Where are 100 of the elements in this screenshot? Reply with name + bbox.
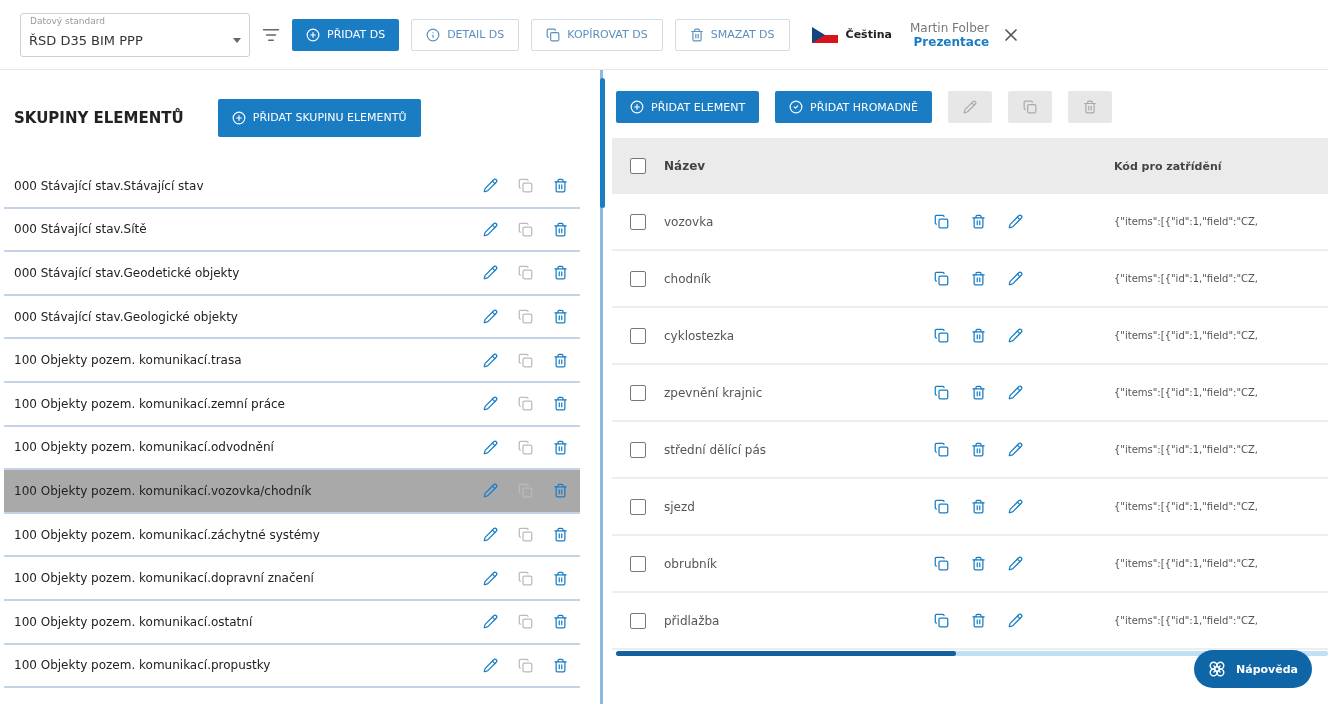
- table-cell-text: zpevnění krajnic: [664, 385, 764, 400]
- help-button[interactable]: Nápověda: [1194, 650, 1312, 688]
- scrollbar-thumb[interactable]: [616, 651, 956, 656]
- pencil-icon[interactable]: [483, 439, 498, 455]
- pencil-icon[interactable]: [483, 657, 498, 673]
- plus-icon: [231, 110, 246, 125]
- table-cell-text: vozovka: [664, 214, 715, 229]
- table-cell-text: cyklostezka: [664, 328, 736, 343]
- table-cell: {"items":[{"id":1,"field":"CZ,: [1114, 615, 1258, 626]
- group-label: 100 Objekty pozem. komunikací.vozovka/chodník: [14, 483, 313, 498]
- info-icon: [426, 27, 441, 42]
- header-button[interactable]: PŘIDAT DS: [292, 18, 400, 51]
- checkbox[interactable]: [630, 158, 646, 174]
- panel-title: SKUPINY ELEMENTŮ: [14, 108, 184, 127]
- trash-icon[interactable]: [971, 385, 986, 400]
- pencil-icon[interactable]: [1008, 328, 1023, 343]
- trash-icon[interactable]: [553, 265, 568, 281]
- standard-select[interactable]: Datový standard ŘSD D35 BIM PPP: [20, 12, 250, 57]
- copy-icon[interactable]: [934, 613, 949, 628]
- copy-icon[interactable]: [934, 271, 949, 286]
- table-cell-text: chodník: [664, 271, 713, 286]
- header-button[interactable]: KOPÍROVAT DS: [531, 18, 663, 51]
- checkbox[interactable]: [630, 441, 646, 458]
- checkbox[interactable]: [630, 213, 646, 230]
- table-cell: {"items":[{"id":1,"field":"CZ,: [1114, 273, 1258, 284]
- pencil-icon[interactable]: [483, 570, 498, 586]
- trash-icon[interactable]: [971, 499, 986, 514]
- table-cell-text: přidlažba: [664, 613, 721, 628]
- copy-icon[interactable]: [934, 499, 949, 514]
- group-label: 100 Objekty pozem. komunikací.ostatní: [14, 614, 254, 629]
- trash-icon[interactable]: [971, 271, 986, 286]
- trash-icon[interactable]: [553, 657, 568, 673]
- pencil-icon[interactable]: [483, 178, 498, 194]
- trash-icon[interactable]: [971, 328, 986, 343]
- trash-icon[interactable]: [553, 396, 568, 412]
- header-button[interactable]: SMAZAT DS: [674, 18, 790, 51]
- checkbox[interactable]: [630, 498, 646, 515]
- header-button[interactable]: DETAIL DS: [411, 18, 520, 51]
- checkbox[interactable]: [630, 555, 646, 572]
- group-label: 100 Objekty pozem. komunikací.záchytné systémy: [14, 527, 321, 542]
- pencil-icon[interactable]: [1008, 499, 1023, 514]
- group-label: 000 Stávající stav.Geologické objekty: [14, 309, 239, 324]
- checkbox[interactable]: [630, 384, 646, 401]
- field-value: ŘSD D35 BIM PPP: [29, 33, 144, 48]
- toolbar-button[interactable]: PŘIDAT ELEMENT: [616, 91, 760, 123]
- trash-icon[interactable]: [971, 613, 986, 628]
- group-label: 100 Objekty pozem. komunikací.trasa: [14, 353, 243, 368]
- pencil-icon[interactable]: [1008, 214, 1023, 229]
- scrollbar-thumb[interactable]: [600, 78, 605, 208]
- trash-icon[interactable]: [553, 570, 568, 586]
- copy-icon: [1023, 100, 1038, 114]
- trash-icon[interactable]: [553, 527, 568, 543]
- language-label[interactable]: Čeština: [845, 28, 892, 41]
- table-cell: {"items":[{"id":1,"field":"CZ,: [1114, 387, 1258, 398]
- pencil-icon[interactable]: [1008, 613, 1023, 628]
- toolbar-button[interactable]: PŘIDAT HROMADNĚ: [775, 91, 933, 123]
- pencil-icon[interactable]: [483, 396, 498, 412]
- group-label: 100 Objekty pozem. komunikací.odvodnění: [14, 440, 275, 455]
- copy-icon[interactable]: [934, 385, 949, 400]
- pencil-icon[interactable]: [483, 309, 498, 325]
- copy-icon[interactable]: [934, 214, 949, 229]
- table-cell: {"items":[{"id":1,"field":"CZ,: [1114, 558, 1258, 569]
- pencil-icon[interactable]: [483, 352, 498, 368]
- pencil-icon[interactable]: [1008, 442, 1023, 457]
- trash-icon[interactable]: [971, 214, 986, 229]
- group-label: 100 Objekty pozem. komunikací.dopravní značení: [14, 571, 315, 586]
- trash-icon[interactable]: [553, 614, 568, 630]
- table-cell: {"items":[{"id":1,"field":"CZ,: [1114, 444, 1258, 455]
- group-label: 100 Objekty pozem. komunikací.zemní práce: [14, 396, 286, 411]
- add-group-button[interactable]: PŘIDAT SKUPINU ELEMENTŮ: [217, 98, 421, 137]
- checkbox[interactable]: [630, 327, 646, 344]
- caret-icon: [233, 38, 241, 43]
- table-cell: {"items":[{"id":1,"field":"CZ,: [1114, 501, 1258, 512]
- trash-icon[interactable]: [553, 221, 568, 237]
- pencil-icon[interactable]: [483, 221, 498, 237]
- pencil-icon[interactable]: [1008, 385, 1023, 400]
- pencil-icon[interactable]: [483, 265, 498, 281]
- trash-icon[interactable]: [553, 352, 568, 368]
- copy-icon[interactable]: [934, 556, 949, 571]
- table-cell-text: sjezd: [664, 499, 696, 514]
- pencil-icon[interactable]: [483, 614, 498, 630]
- plus-icon: [630, 100, 644, 114]
- copy-icon[interactable]: [934, 328, 949, 343]
- column-header: Kód pro zatřídění: [1114, 159, 1222, 173]
- trash-icon[interactable]: [971, 442, 986, 457]
- trash-icon[interactable]: [553, 178, 568, 194]
- user-name: Martin Folber: [909, 20, 990, 35]
- trash-icon: [689, 27, 704, 42]
- column-header: Název: [664, 159, 707, 173]
- pencil-icon[interactable]: [1008, 271, 1023, 286]
- copy-icon: [546, 27, 561, 42]
- trash-icon[interactable]: [553, 439, 568, 455]
- pencil-icon[interactable]: [1008, 556, 1023, 571]
- trash-icon[interactable]: [553, 309, 568, 325]
- plus-icon: [306, 27, 320, 42]
- pencil-icon[interactable]: [483, 527, 498, 543]
- trash-icon[interactable]: [971, 556, 986, 571]
- checkbox[interactable]: [630, 270, 646, 287]
- checkbox[interactable]: [630, 612, 646, 629]
- copy-icon[interactable]: [934, 442, 949, 457]
